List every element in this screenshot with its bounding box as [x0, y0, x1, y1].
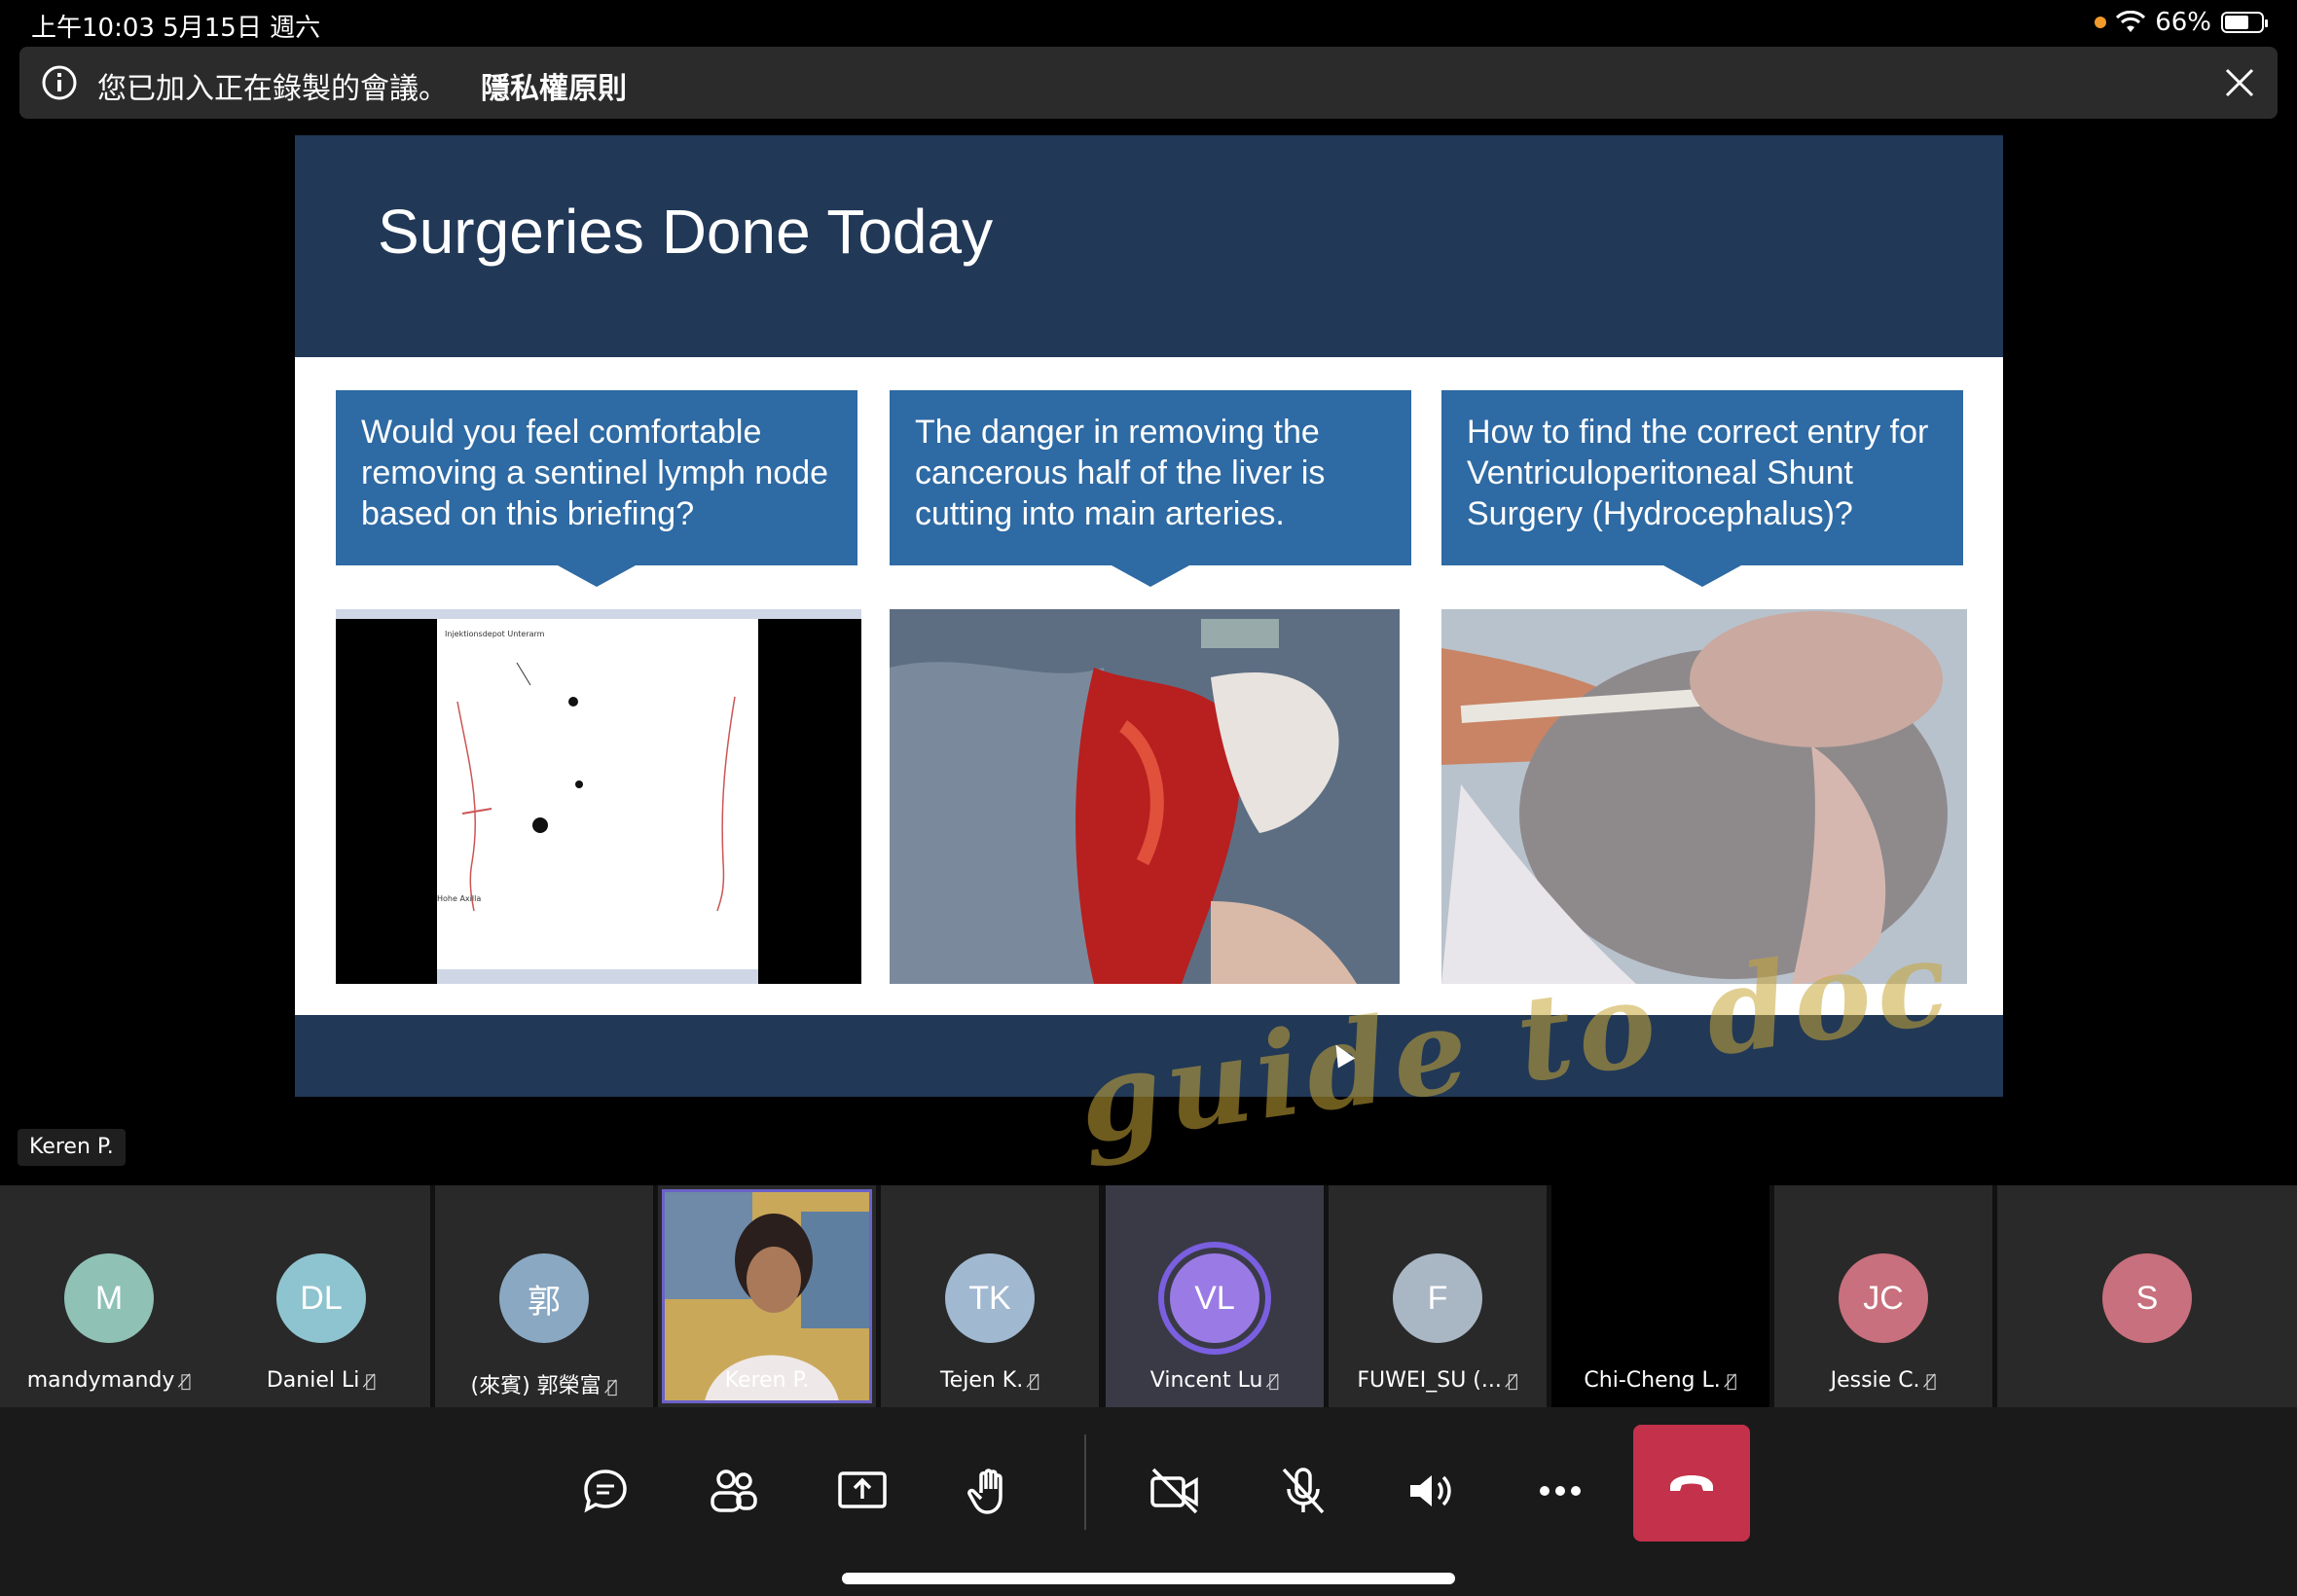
participant-tile[interactable]: JC Jessie C. 🎙̸ [1774, 1185, 1992, 1407]
participant-name: Daniel Li 🎙̸ [212, 1368, 430, 1393]
avatar: 郭 [499, 1253, 589, 1343]
more-options-button[interactable] [1521, 1452, 1599, 1530]
lymphoscintigraphy-image: Injektionsdepot Unterarm Hohe Axilla [336, 609, 861, 984]
liver-surgery-image [890, 609, 1400, 984]
mic-toggle-button[interactable] [1264, 1452, 1342, 1530]
share-screen-button[interactable] [823, 1452, 901, 1530]
avatar-initials: TK [968, 1279, 1011, 1317]
camera-toggle-button[interactable] [1136, 1452, 1214, 1530]
more-icon [1540, 1486, 1581, 1496]
wifi-icon [2116, 11, 2146, 32]
participant-name: Jessie C. 🎙̸ [1774, 1368, 1992, 1393]
privacy-policy-link[interactable]: 隱私權原則 [481, 64, 627, 107]
camera-off-icon [1150, 1468, 1198, 1514]
avatar-initials: S [2135, 1279, 2159, 1317]
participant-name-text: mandymandy [26, 1368, 175, 1393]
callout-liver: The danger in removing the cancerous hal… [890, 390, 1411, 587]
participant-name: FUWEI_SU (... 🎙̸ [1329, 1368, 1547, 1393]
avatar-initials: 郭 [528, 1283, 561, 1321]
slide-title: Surgeries Done Today [378, 197, 994, 267]
info-icon [42, 65, 77, 100]
scan-label-top: Injektionsdepot Unterarm [445, 630, 545, 638]
participant-name-text: Tejen K. [939, 1368, 1024, 1393]
avatar: TK [945, 1253, 1035, 1343]
avatar-initials: VL [1194, 1279, 1235, 1317]
participant-name-text: Jessie C. [1830, 1368, 1920, 1393]
home-indicator[interactable] [842, 1573, 1455, 1584]
share-screen-icon [838, 1471, 887, 1508]
battery-percent: 66% [2155, 8, 2211, 37]
participant-name-text: Daniel Li [266, 1368, 360, 1393]
scan-label-bottom: Hohe Axilla [437, 894, 481, 903]
avatar-initials: F [1427, 1279, 1448, 1317]
participant-tile[interactable]: DL Daniel Li 🎙̸ [212, 1185, 430, 1407]
mic-muted-icon: 🎙̸ [365, 1371, 377, 1392]
mic-muted-icon: 🎙̸ [1029, 1371, 1040, 1392]
callout-shunt: How to find the correct entry for Ventri… [1441, 390, 1963, 587]
raise-hand-button[interactable] [952, 1452, 1030, 1530]
avatar-initials: DL [300, 1279, 343, 1317]
avatar: JC [1839, 1253, 1928, 1343]
status-bar: 上午10:03 5月15日 週六 66% [0, 0, 2297, 45]
speaker-icon [1410, 1475, 1451, 1506]
recording-banner: 您已加入正在錄製的會議。 隱私權原則 [19, 47, 2278, 119]
participant-tile-video[interactable]: Keren P. [658, 1185, 876, 1407]
avatar-initials: JC [1863, 1279, 1904, 1317]
raise-hand-icon [967, 1469, 1003, 1514]
chat-icon [584, 1469, 627, 1513]
participant-name: Tejen K. 🎙̸ [881, 1368, 1099, 1393]
avatar: DL [276, 1253, 366, 1343]
mic-muted-icon: 🎙̸ [1726, 1371, 1737, 1392]
avatar: S [2102, 1253, 2192, 1343]
participant-name: Vincent Lu 🎙̸ [1106, 1368, 1324, 1393]
participant-tile-active[interactable]: VL Vincent Lu 🎙̸ [1106, 1185, 1324, 1407]
mic-muted-icon: 🎙̸ [180, 1371, 192, 1392]
callout-lymph-node: Would you feel comfortable removing a se… [336, 390, 857, 587]
avatar: M [64, 1253, 154, 1343]
speaker-button[interactable] [1393, 1452, 1471, 1530]
recording-dot-icon [2095, 17, 2107, 28]
participant-name-text: FUWEI_SU (... [1357, 1368, 1502, 1393]
mic-muted-icon: 🎙̸ [1507, 1371, 1518, 1392]
mic-muted-icon: 🎙̸ [1268, 1371, 1280, 1392]
participant-tile[interactable]: M mandymandy 🎙̸ [0, 1185, 218, 1407]
slide-header: Surgeries Done Today [295, 135, 2003, 357]
participant-name-text: (來賓) 郭榮富 [470, 1374, 602, 1398]
participant-tile[interactable]: 郭 (來賓) 郭榮富 🎙̸ [435, 1185, 653, 1407]
banner-message: 您已加入正在錄製的會議。 [97, 72, 448, 106]
mic-muted-icon: 🎙̸ [606, 1377, 618, 1397]
mic-off-icon [1282, 1468, 1325, 1514]
participant-tile[interactable]: TK Tejen K. 🎙̸ [881, 1185, 1099, 1407]
chat-button[interactable] [566, 1452, 644, 1530]
hang-up-button[interactable] [1633, 1425, 1750, 1542]
participant-name-text: Vincent Lu [1149, 1368, 1263, 1393]
participant-name: (來賓) 郭榮富 🎙̸ [435, 1368, 653, 1399]
participant-name: mandymandy 🎙̸ [0, 1368, 218, 1393]
close-icon[interactable] [2219, 62, 2260, 103]
avatar: VL [1170, 1253, 1259, 1343]
avatar: F [1393, 1253, 1482, 1343]
participant-tile[interactable]: Chi-Cheng L. 🎙̸ [1551, 1185, 1769, 1407]
status-indicators: 66% [2095, 8, 2268, 37]
mic-muted-icon: 🎙̸ [1925, 1371, 1937, 1392]
hang-up-icon [1670, 1475, 1713, 1491]
participants-button[interactable] [695, 1452, 773, 1530]
active-speaker-label: Keren P. [18, 1129, 126, 1166]
participants-icon [711, 1469, 757, 1512]
participant-name: Keren P. [724, 1368, 810, 1393]
participants-strip: M mandymandy 🎙̸ DL Daniel Li 🎙̸ 郭 (來賓) 郭榮富… [0, 1185, 2297, 1407]
participant-name-text: Chi-Cheng L. [1584, 1368, 1721, 1393]
status-time: 上午10:03 5月15日 週六 [31, 14, 321, 43]
participant-name: Chi-Cheng L. 🎙̸ [1551, 1368, 1769, 1393]
avatar-initials: M [94, 1279, 124, 1317]
participant-tile[interactable]: F FUWEI_SU (... 🎙̸ [1329, 1185, 1547, 1407]
participant-tile[interactable]: S [1997, 1185, 2297, 1407]
battery-icon [2221, 12, 2268, 33]
controls-divider [1084, 1434, 1086, 1530]
meeting-controls [0, 1407, 2297, 1596]
